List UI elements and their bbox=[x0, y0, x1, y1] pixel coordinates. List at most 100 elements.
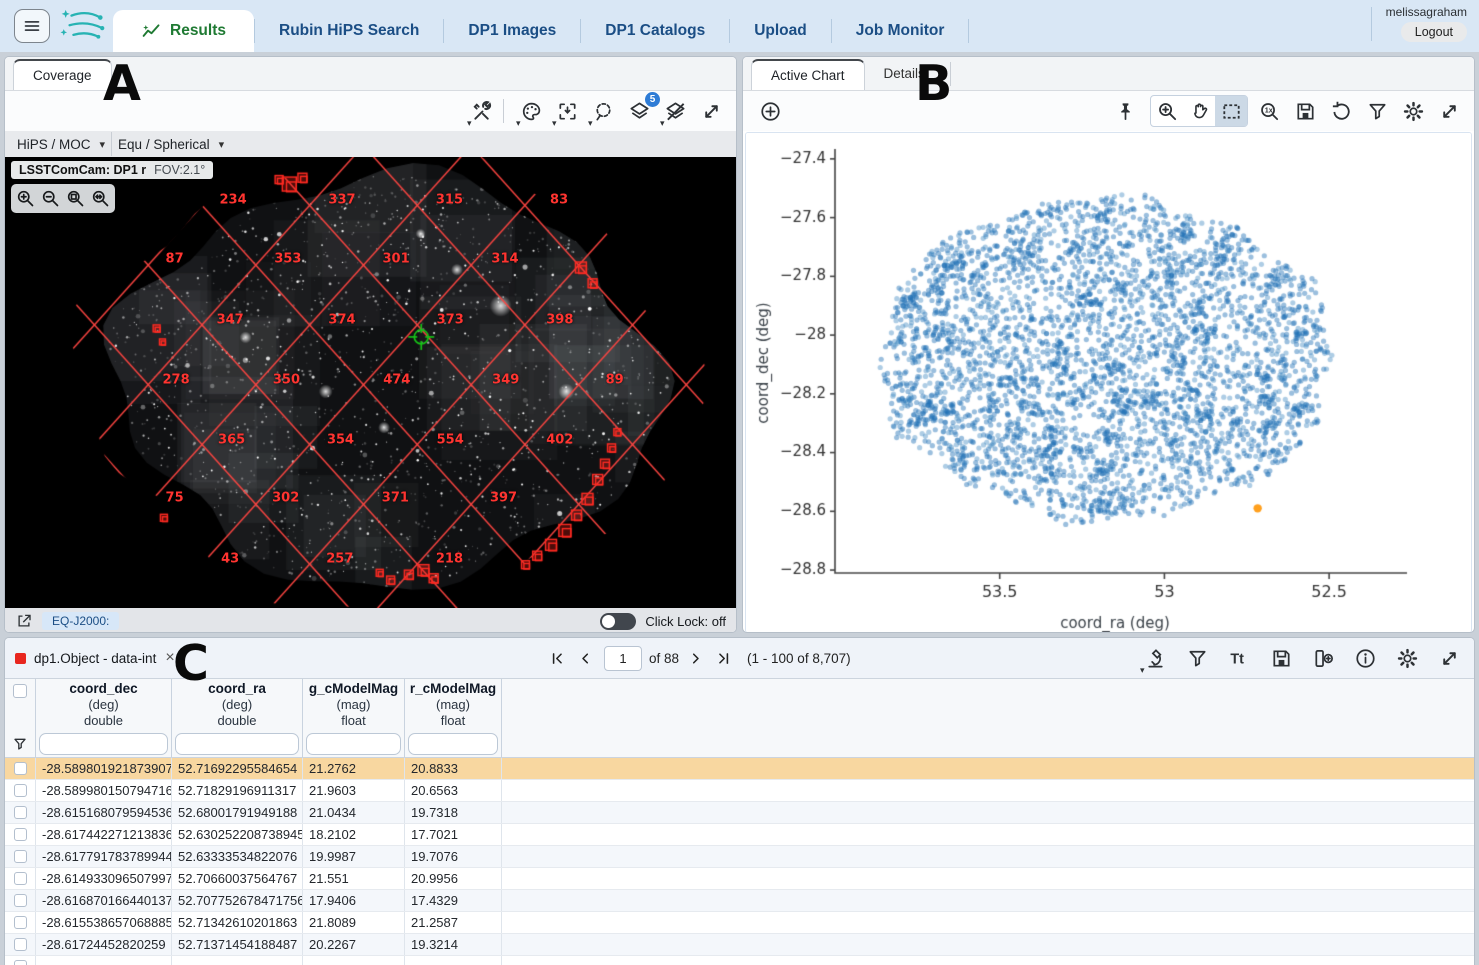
nav-tab-rubin-hips-search[interactable]: Rubin HiPS Search bbox=[255, 10, 443, 52]
page-number-input[interactable] bbox=[604, 646, 642, 671]
row-checkbox[interactable] bbox=[14, 784, 27, 797]
chart-zoom-icon[interactable] bbox=[1151, 96, 1183, 126]
click-lock-label: Click Lock: off bbox=[645, 614, 726, 629]
nav-tab-results[interactable]: Results bbox=[113, 10, 254, 52]
filter-chart-icon[interactable] bbox=[1362, 96, 1392, 126]
last-page-icon[interactable] bbox=[711, 646, 735, 670]
filter-table-icon[interactable] bbox=[1182, 643, 1212, 673]
zoom-original-icon[interactable]: 1x bbox=[1254, 96, 1284, 126]
zoom-fill-icon[interactable] bbox=[88, 186, 113, 211]
table-body: -28.58980192187390752.7169229558465421.2… bbox=[5, 758, 1474, 965]
table-row[interactable]: -28.58998015079471652.7182919691131721.9… bbox=[5, 780, 1474, 802]
hips-options-bar: HiPS / MOC▾ Equ / Spherical▾ bbox=[5, 131, 736, 157]
microscope-icon[interactable]: ▾ bbox=[1140, 643, 1170, 673]
click-lock-toggle[interactable] bbox=[600, 613, 636, 630]
layers-hide-icon[interactable]: ▾ bbox=[660, 96, 690, 126]
tab-coverage[interactable]: Coverage bbox=[13, 59, 112, 90]
table-filter-row bbox=[5, 730, 1474, 758]
coverage-panel: Coverage A ▾ ▾ ▾ ▾ 5 ▾ bbox=[4, 56, 737, 633]
table-panel: dp1.Object - data-int × C of 88 (1 - 100… bbox=[4, 637, 1475, 965]
row-checkbox[interactable] bbox=[14, 916, 27, 929]
nav-divider bbox=[1371, 7, 1372, 41]
table-settings-icon[interactable] bbox=[1392, 643, 1422, 673]
pin-chart-icon[interactable] bbox=[1110, 96, 1140, 126]
row-checkbox[interactable] bbox=[14, 828, 27, 841]
scatter-chart[interactable] bbox=[745, 132, 1472, 633]
chart-panel: Active Chart Details B 1x bbox=[742, 56, 1475, 633]
expand-table-icon[interactable] bbox=[1434, 643, 1464, 673]
nav-divider bbox=[968, 19, 969, 43]
chevron-down-icon: ▾ bbox=[219, 138, 225, 151]
filter-input-g_cModelMag[interactable] bbox=[306, 733, 401, 755]
table-row[interactable]: -28.61493309650799752.7066003756476721.5… bbox=[5, 868, 1474, 890]
filter-input-r_cModelMag[interactable] bbox=[408, 733, 498, 755]
table-row[interactable] bbox=[5, 956, 1474, 965]
page-count-label: of 88 bbox=[649, 651, 679, 666]
external-link-icon[interactable] bbox=[15, 612, 33, 630]
filter-funnel-icon[interactable] bbox=[5, 730, 36, 757]
nav-tab-label: Results bbox=[170, 22, 226, 40]
column-header-g_cModelMag[interactable]: g_cModelMag(mag)float bbox=[303, 679, 405, 730]
row-checkbox[interactable] bbox=[14, 938, 27, 951]
table-info-icon[interactable] bbox=[1350, 643, 1380, 673]
sky-map[interactable]: 2343373158387353301314347374373398278350… bbox=[5, 157, 736, 608]
selection-lasso-icon[interactable]: ▾ bbox=[588, 96, 618, 126]
add-column-icon[interactable] bbox=[1308, 643, 1338, 673]
select-all-checkbox[interactable] bbox=[13, 684, 27, 698]
color-palette-icon[interactable]: ▾ bbox=[516, 96, 546, 126]
table-row[interactable]: -28.61687016644013752.70775267847175617.… bbox=[5, 890, 1474, 912]
coordinate-system-selector[interactable]: Equ / Spherical▾ bbox=[118, 137, 224, 152]
row-checkbox[interactable] bbox=[14, 850, 27, 863]
svg-text:1x: 1x bbox=[1264, 106, 1272, 114]
table-row[interactable]: -28.6172445282025952.7137145418848720.22… bbox=[5, 934, 1474, 956]
next-page-icon[interactable] bbox=[683, 646, 707, 670]
nav-tab-dp1-images[interactable]: DP1 Images bbox=[444, 10, 580, 52]
row-checkbox[interactable] bbox=[14, 960, 27, 965]
hips-moc-selector[interactable]: HiPS / MOC▾ bbox=[17, 137, 105, 152]
zoom-fit-icon[interactable] bbox=[63, 186, 88, 211]
column-header-coord_dec[interactable]: coord_dec(deg)double bbox=[36, 679, 172, 730]
nav-tab-dp1-catalogs[interactable]: DP1 Catalogs bbox=[581, 10, 729, 52]
table-row[interactable]: -28.58980192187390752.7169229558465421.2… bbox=[5, 758, 1474, 780]
table-row[interactable]: -28.61553865706888552.7134261020186321.8… bbox=[5, 912, 1474, 934]
toggle-knob bbox=[602, 615, 615, 628]
image-tools-icon[interactable]: ▾ bbox=[467, 96, 497, 126]
row-checkbox[interactable] bbox=[14, 806, 27, 819]
first-page-icon[interactable] bbox=[545, 646, 569, 670]
filter-input-coord_ra[interactable] bbox=[175, 733, 299, 755]
row-checkbox[interactable] bbox=[14, 872, 27, 885]
row-checkbox[interactable] bbox=[14, 762, 27, 775]
filter-input-coord_dec[interactable] bbox=[39, 733, 168, 755]
sky-map-canvas[interactable] bbox=[5, 157, 734, 608]
zoom-in-icon[interactable] bbox=[13, 186, 38, 211]
prev-page-icon[interactable] bbox=[573, 646, 597, 670]
expand-coverage-icon[interactable] bbox=[696, 96, 726, 126]
row-checkbox[interactable] bbox=[14, 894, 27, 907]
restore-chart-icon[interactable] bbox=[1326, 96, 1356, 126]
expand-chart-icon[interactable] bbox=[1434, 96, 1464, 126]
add-chart-icon[interactable] bbox=[755, 96, 785, 126]
chart-settings-icon[interactable] bbox=[1398, 96, 1428, 126]
username: melissagraham bbox=[1386, 5, 1467, 19]
menu-button[interactable] bbox=[14, 9, 50, 43]
table-row[interactable]: -28.61516807959453652.6800179194918821.0… bbox=[5, 802, 1474, 824]
nav-tab-upload[interactable]: Upload bbox=[730, 10, 831, 52]
chart-pan-icon[interactable] bbox=[1183, 96, 1215, 126]
table-toolbar: ▾ Tt bbox=[1128, 643, 1464, 673]
save-chart-icon[interactable] bbox=[1290, 96, 1320, 126]
logout-button[interactable]: Logout bbox=[1401, 22, 1467, 42]
save-table-icon[interactable] bbox=[1266, 643, 1296, 673]
scatter-chart-canvas[interactable] bbox=[746, 133, 1472, 632]
chart-toolbar: 1x bbox=[743, 91, 1474, 131]
chart-select-icon[interactable] bbox=[1215, 96, 1247, 126]
nav-tab-job-monitor[interactable]: Job Monitor bbox=[832, 10, 969, 52]
recenter-icon[interactable]: ▾ bbox=[552, 96, 582, 126]
layers-icon[interactable]: 5 bbox=[624, 96, 654, 126]
column-header-r_cModelMag[interactable]: r_cModelMag(mag)float bbox=[405, 679, 502, 730]
table-row[interactable]: -28.61744227121383652.63025220873894518.… bbox=[5, 824, 1474, 846]
top-navbar: Results Rubin HiPS Search DP1 Images DP1… bbox=[0, 0, 1479, 52]
tab-active-chart[interactable]: Active Chart bbox=[751, 59, 865, 90]
text-view-icon[interactable]: Tt bbox=[1224, 643, 1254, 673]
table-row[interactable]: -28.61779178378994452.6333353482207619.9… bbox=[5, 846, 1474, 868]
zoom-out-icon[interactable] bbox=[38, 186, 63, 211]
